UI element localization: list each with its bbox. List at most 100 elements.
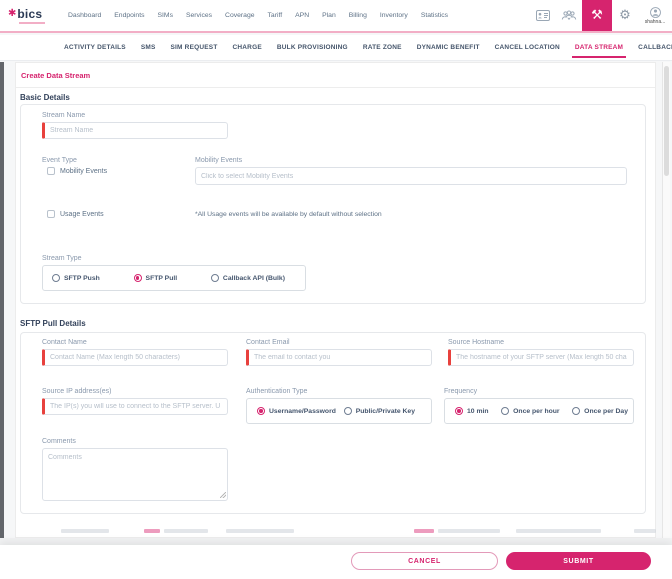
contact-email-input[interactable] — [246, 349, 432, 366]
user-name: shahna... — [644, 18, 666, 25]
stream-type-field: Stream Type SFTP Push SFTP Pull Callback… — [42, 255, 306, 291]
top-nav-item[interactable]: Coverage — [225, 12, 254, 19]
logo-star-icon: ✱ — [8, 8, 17, 19]
sub-nav-tab[interactable]: CHARGE — [233, 44, 262, 51]
radio-icon — [257, 407, 265, 415]
stream-type-option[interactable]: Callback API (Bulk) — [210, 274, 285, 282]
sub-nav-tab[interactable]: RATE ZONE — [363, 44, 402, 51]
event-type-label: Event Type — [42, 157, 77, 164]
radio-icon — [52, 274, 60, 282]
content-card: Create Data Stream Basic Details Stream … — [15, 62, 656, 538]
usage-events-checkbox-label: Usage Events — [60, 210, 104, 218]
radio-icon — [210, 274, 219, 282]
app-window: ✱ bics Dashboard Endpoints SIMs Services Cov… — [0, 0, 672, 579]
radio-option-label: 10 min — [467, 407, 489, 415]
page-title: Create Data Stream — [21, 70, 91, 80]
radio-icon — [501, 407, 510, 415]
sub-nav-tab[interactable]: CALLBACK API — [638, 44, 672, 51]
stream-type-option[interactable]: SFTP Push — [52, 274, 100, 282]
sftp-pull-details-heading: SFTP Pull Details — [20, 319, 86, 328]
mobility-events-input[interactable] — [195, 167, 627, 185]
top-nav: Dashboard Endpoints SIMs Services Coverage Ta… — [68, 12, 448, 19]
usage-events-note: *All Usage events will be available by d… — [195, 211, 382, 218]
stream-name-field: Stream Name — [42, 112, 228, 139]
auth-type-field: Authentication Type Username/Password Pu… — [246, 388, 432, 424]
scrollbar-thumb[interactable] — [664, 66, 669, 176]
stream-type-label: Stream Type — [42, 255, 82, 262]
radio-icon — [133, 274, 142, 282]
comments-field: Comments — [42, 438, 228, 501]
top-nav-item[interactable]: Inventory — [380, 12, 408, 19]
stream-type-radio-group: SFTP Push SFTP Pull Callback API (Bulk) — [42, 265, 306, 291]
logo-text: bics — [17, 7, 43, 21]
gear-icon[interactable]: ⚙ — [612, 0, 638, 31]
mobility-events-checkbox-row[interactable]: Mobility Events — [47, 167, 107, 175]
auth-type-label: Authentication Type — [246, 388, 308, 395]
source-hostname-input[interactable] — [448, 349, 634, 366]
top-nav-item[interactable]: Statistics — [421, 12, 448, 19]
user-menu[interactable]: shahna... — [638, 0, 672, 31]
sub-nav-tab[interactable]: SMS — [141, 44, 156, 51]
faded-fragment — [144, 529, 160, 533]
frequency-option[interactable]: Once per Day — [572, 407, 628, 415]
top-header: ✱ bics Dashboard Endpoints SIMs Services Cov… — [0, 0, 672, 33]
stream-type-option[interactable]: SFTP Pull — [133, 274, 177, 282]
frequency-option[interactable]: Once per hour — [501, 407, 560, 415]
contact-name-label: Contact Name — [42, 339, 87, 346]
source-hostname-label: Source Hostname — [448, 339, 505, 346]
sub-nav-tab[interactable]: DYNAMIC BENEFIT — [417, 44, 480, 51]
cancel-button[interactable]: CANCEL — [351, 552, 498, 570]
top-nav-item[interactable]: APN — [295, 12, 309, 19]
sub-nav-tab[interactable]: SIM REQUEST — [171, 44, 218, 51]
frequency-radio-group: 10 min Once per hour Once per Day — [444, 398, 634, 424]
sub-nav-tab[interactable]: BULK PROVISIONING — [277, 44, 348, 51]
tools-icon[interactable]: ⚒ — [582, 0, 612, 31]
contact-email-field: Contact Email — [246, 339, 432, 366]
top-nav-item[interactable]: Dashboard — [68, 12, 101, 19]
frequency-option[interactable]: 10 min — [455, 407, 489, 415]
sub-nav-tabs: ACTIVITY DETAILS SMS SIM REQUEST CHARGE BULK… — [0, 35, 672, 61]
contact-name-input[interactable] — [42, 349, 228, 366]
source-ip-field: Source IP address(es) — [42, 388, 228, 415]
contact-name-field: Contact Name — [42, 339, 228, 366]
auth-type-option[interactable]: Public/Private Key — [343, 407, 415, 415]
top-nav-item[interactable]: Billing — [349, 12, 367, 19]
comments-textarea[interactable] — [42, 448, 228, 501]
radio-option-label: Once per hour — [513, 407, 560, 415]
left-scrollbar-strip[interactable] — [0, 62, 4, 539]
stream-name-label: Stream Name — [42, 112, 86, 119]
sub-nav-tab[interactable]: DATA STREAM — [571, 44, 627, 58]
page-title-bar: Create Data Stream — [16, 63, 655, 88]
radio-option-label: SFTP Push — [64, 274, 100, 282]
team-icon[interactable] — [556, 0, 582, 31]
mobility-events-field: Mobility Events — [195, 157, 627, 185]
usage-events-checkbox[interactable] — [47, 210, 55, 218]
vertical-scrollbar[interactable] — [662, 62, 670, 539]
auth-type-radio-group: Username/Password Public/Private Key — [246, 398, 432, 424]
source-hostname-field: Source Hostname — [448, 339, 634, 366]
basic-details-box: Stream Name Event Type Mobility Events M… — [20, 104, 646, 304]
faded-fragment — [414, 529, 434, 533]
auth-type-option[interactable]: Username/Password — [257, 407, 336, 415]
bics-logo[interactable]: ✱ bics — [8, 7, 60, 24]
faded-fragment — [516, 529, 601, 533]
stream-name-input[interactable] — [42, 122, 228, 139]
header-icons: ⚒ ⚙ shahna... — [530, 0, 672, 31]
source-ip-input[interactable] — [42, 398, 228, 415]
usage-events-checkbox-row[interactable]: Usage Events — [47, 210, 104, 218]
top-nav-item[interactable]: Endpoints — [114, 12, 144, 19]
top-nav-item[interactable]: Services — [186, 12, 212, 19]
footer-gap — [0, 538, 672, 545]
sub-nav-tab[interactable]: CANCEL LOCATION — [495, 44, 560, 51]
top-nav-item[interactable]: Tariff — [268, 12, 283, 19]
mobility-events-label: Mobility Events — [195, 157, 243, 164]
top-nav-item[interactable]: SIMs — [158, 12, 173, 19]
mobility-events-checkbox-label: Mobility Events — [60, 167, 108, 175]
submit-button[interactable]: SUBMIT — [506, 552, 651, 570]
sub-nav-tab[interactable]: ACTIVITY DETAILS — [64, 44, 126, 51]
id-card-icon[interactable] — [530, 0, 556, 31]
mobility-events-checkbox[interactable] — [47, 167, 55, 175]
contact-email-label: Contact Email — [246, 339, 290, 346]
radio-option-label: Username/Password — [269, 407, 336, 415]
top-nav-item[interactable]: Plan — [322, 12, 336, 19]
